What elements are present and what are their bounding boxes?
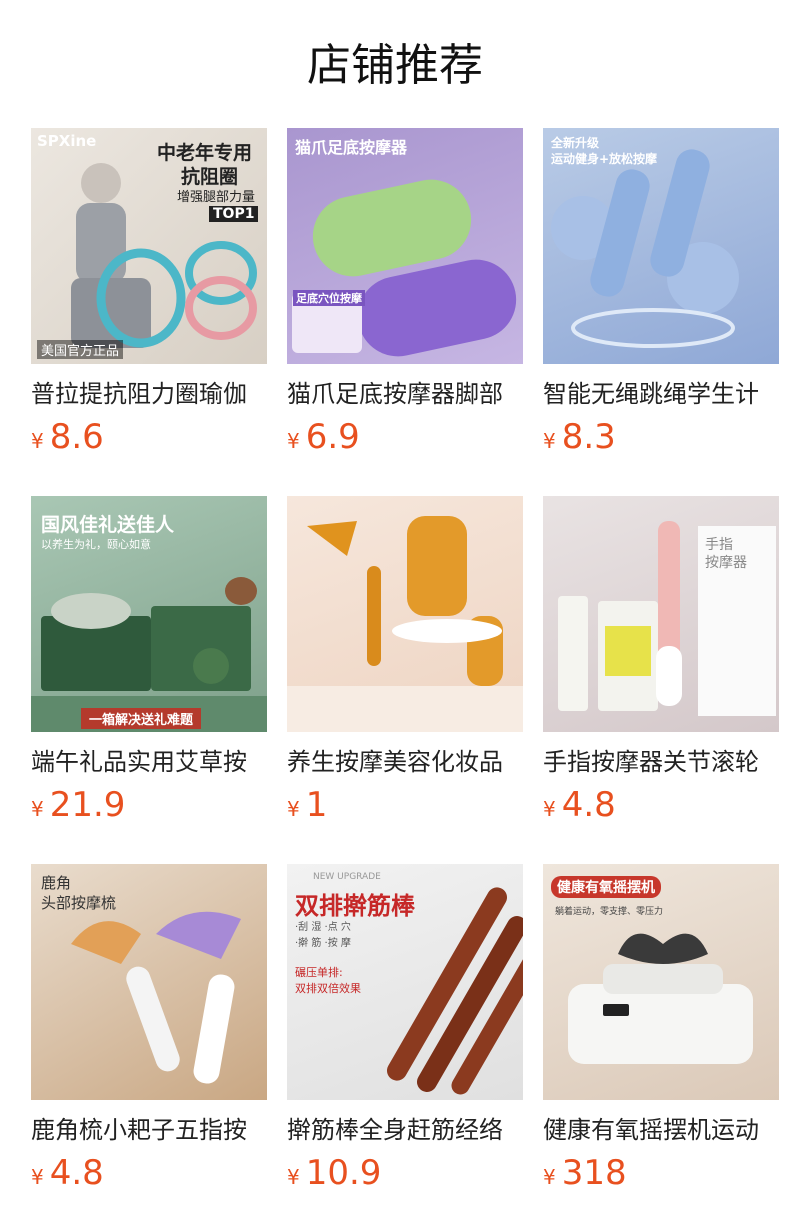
price-value: 6.9 [305, 417, 360, 457]
product-card[interactable]: 健康有氧摇摆机 躺着运动，零支撑、零压力 健康有氧摇摆机运动 ¥318 [543, 864, 779, 1199]
product-price: ¥318 [543, 1153, 779, 1199]
product-name[interactable]: 擀筋棒全身赶筋经络 [287, 1115, 523, 1145]
image-subline: 增强腿部力量 [177, 190, 256, 205]
price-value: 1 [305, 785, 328, 825]
product-price: ¥21.9 [31, 785, 267, 831]
product-image[interactable]: SPXine 中老年专用 抗阻圈 增强腿部力量 TOP1 美国官方正品 [31, 128, 267, 364]
price-value: 4.8 [49, 1153, 104, 1193]
product-card[interactable]: 全新升级 运动健身+放松按摩 智能无绳跳绳学生计 ¥8.3 [543, 128, 779, 463]
product-price: ¥1 [287, 785, 523, 831]
product-card[interactable]: SPXine 中老年专用 抗阻圈 增强腿部力量 TOP1 美国官方正品 普拉提抗… [31, 128, 267, 463]
currency-symbol: ¥ [287, 429, 300, 453]
product-illustration [558, 521, 776, 716]
currency-symbol: ¥ [543, 1165, 556, 1189]
product-illustration [287, 516, 523, 732]
image-headline: 鹿角 [41, 874, 72, 892]
image-subline: 躺着运动，零支撑、零压力 [555, 907, 664, 917]
product-name[interactable]: 养生按摩美容化妆品 [287, 747, 523, 777]
product-card[interactable]: 养生按摩美容化妆品 ¥1 [287, 496, 523, 831]
product-name[interactable]: 智能无绳跳绳学生计 [543, 379, 779, 409]
image-feature-1: ·刮 湿 ·点 穴 [295, 922, 351, 933]
product-card[interactable]: NEW UPGRADE 双排擀筋棒 ·刮 湿 ·点 穴 ·擀 筋 ·按 摩 碾压… [287, 864, 523, 1199]
product-image[interactable]: 健康有氧摇摆机 躺着运动，零支撑、零压力 [543, 864, 779, 1100]
product-card[interactable]: 猫爪足底按摩器 足底穴位按摩 猫爪足底按摩器脚部 ¥6.9 [287, 128, 523, 463]
product-image[interactable]: 猫爪足底按摩器 足底穴位按摩 [287, 128, 523, 364]
image-subline: 运动健身+放松按摩 [551, 152, 658, 166]
image-headline: 双排擀筋棒 [295, 892, 415, 920]
product-price: ¥4.8 [31, 1153, 267, 1199]
image-headline: 猫爪足底按摩器 [295, 138, 408, 157]
product-image[interactable] [287, 496, 523, 732]
product-card[interactable]: 国风佳礼送佳人 以养生为礼，颐心如意 一箱解决送礼难题 端午礼品实用艾草按 ¥2… [31, 496, 267, 831]
product-price: ¥4.8 [543, 785, 779, 831]
product-price: ¥6.9 [287, 417, 523, 463]
product-name[interactable]: 手指按摩器关节滚轮 [543, 747, 779, 777]
image-headline: 中老年专用 [157, 142, 253, 164]
page-title: 店铺推荐 [307, 40, 483, 91]
currency-symbol: ¥ [31, 1165, 44, 1189]
box-label: 手指 [705, 537, 733, 553]
product-illustration [292, 179, 517, 357]
currency-symbol: ¥ [543, 429, 556, 453]
image-headline: 全新升级 [551, 136, 600, 150]
box-label-2: 按摩器 [705, 555, 747, 571]
image-banner: 一箱解决送礼难题 [81, 708, 202, 729]
price-value: 21.9 [49, 785, 126, 825]
product-name[interactable]: 猫爪足底按摩器脚部 [287, 379, 523, 409]
price-value: 8.6 [49, 417, 104, 457]
price-value: 8.3 [561, 417, 616, 457]
image-eyebrow: NEW UPGRADE [313, 872, 381, 882]
product-price: ¥10.9 [287, 1153, 523, 1199]
currency-symbol: ¥ [543, 797, 556, 821]
image-subline: 头部按摩梳 [41, 894, 117, 912]
product-image[interactable]: 手指 按摩器 [543, 496, 779, 732]
image-feature-2: ·擀 筋 ·按 摩 [295, 938, 351, 949]
product-illustration [568, 933, 753, 1064]
currency-symbol: ¥ [287, 1165, 300, 1189]
image-note-2: 双排双倍效果 [295, 982, 361, 995]
image-subline: 以养生为礼，颐心如意 [41, 538, 151, 551]
product-image[interactable]: 国风佳礼送佳人 以养生为礼，颐心如意 一箱解决送礼难题 [31, 496, 267, 732]
product-image[interactable]: 鹿角 头部按摩梳 [31, 864, 267, 1100]
currency-symbol: ¥ [31, 429, 44, 453]
currency-symbol: ¥ [31, 797, 44, 821]
brand-tag: SPXine [37, 132, 97, 150]
product-name[interactable]: 健康有氧摇摆机运动 [543, 1115, 779, 1145]
top-badge: TOP1 [209, 206, 259, 222]
currency-symbol: ¥ [287, 797, 300, 821]
image-headline: 健康有氧摇摆机 [551, 876, 661, 898]
product-image[interactable]: 全新升级 运动健身+放松按摩 [543, 128, 779, 364]
product-price: ¥8.6 [31, 417, 267, 463]
origin-badge: 美国官方正品 [37, 340, 124, 359]
image-headline: 国风佳礼送佳人 [41, 514, 175, 536]
product-card[interactable]: 手指 按摩器 手指按摩器关节滚轮 ¥4.8 [543, 496, 779, 831]
product-name[interactable]: 端午礼品实用艾草按 [31, 747, 267, 777]
product-image[interactable]: NEW UPGRADE 双排擀筋棒 ·刮 湿 ·点 穴 ·擀 筋 ·按 摩 碾压… [287, 864, 523, 1100]
image-badge: 足底穴位按摩 [293, 290, 365, 306]
product-name[interactable]: 鹿角梳小耙子五指按 [31, 1115, 267, 1145]
price-value: 318 [561, 1153, 627, 1193]
price-value: 4.8 [561, 785, 616, 825]
image-headline-2: 抗阻圈 [181, 166, 239, 188]
price-value: 10.9 [305, 1153, 382, 1193]
product-card[interactable]: 鹿角 头部按摩梳 鹿角梳小耙子五指按 ¥4.8 [31, 864, 267, 1199]
image-note: 碾压单排: [295, 966, 343, 979]
product-name[interactable]: 普拉提抗阻力圈瑜伽 [31, 379, 267, 409]
product-price: ¥8.3 [543, 417, 779, 463]
